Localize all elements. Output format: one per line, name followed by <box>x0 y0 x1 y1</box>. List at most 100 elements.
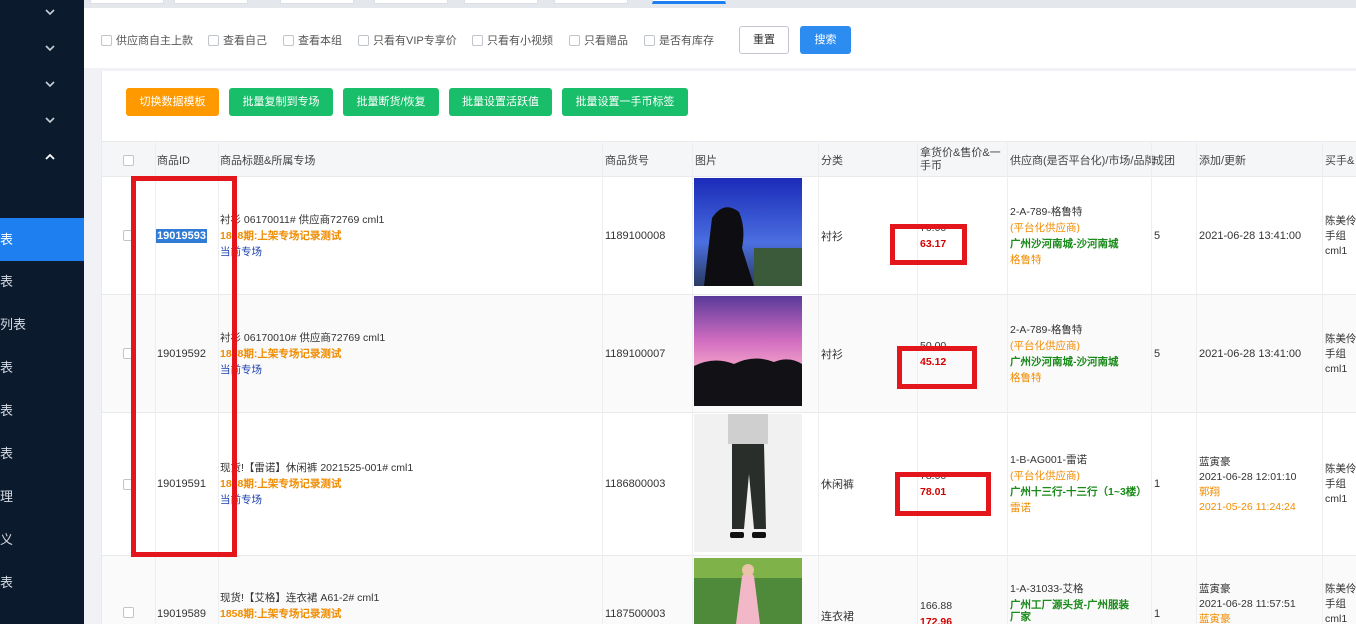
row-checkbox[interactable] <box>123 413 134 555</box>
sidebar-item-8[interactable]: 义 <box>0 520 84 560</box>
tab-stub[interactable] <box>174 0 248 4</box>
product-buyer: 陈美伶 手组 cml1 <box>1325 583 1356 624</box>
product-deal: 5 <box>1154 347 1161 360</box>
product-date: 2021-06-28 13:41:00 <box>1199 347 1302 360</box>
chevron-down-icon[interactable] <box>40 74 60 94</box>
sidebar-item-2[interactable]: 表 <box>0 262 84 302</box>
product-date: 蓝寅豪 2021-06-28 11:57:51 蓝寅豪 <box>1199 583 1296 624</box>
column-divider <box>818 141 819 624</box>
product-supplier: 2-A-789-格鲁特 (平台化供应商) 广州沙河南城-沙河南城 格鲁特 <box>1010 205 1119 266</box>
table-row[interactable]: 19019591 现货!【雷诺】休闲裤 2021525-001# cml1 18… <box>102 413 1356 556</box>
column-divider <box>218 141 219 624</box>
tab-stub[interactable] <box>280 0 354 4</box>
product-category: 衬衫 <box>821 230 843 243</box>
column-divider <box>1196 141 1197 624</box>
filter-view-self[interactable]: 查看自己 <box>208 32 267 48</box>
col-category: 分类 <box>821 155 843 167</box>
sidebar-item-4[interactable]: 表 <box>0 348 84 388</box>
filter-supplier-self[interactable]: 供应商自主上款 <box>101 32 193 48</box>
column-divider <box>692 141 693 624</box>
col-deal: 成团 <box>1153 155 1175 167</box>
sidebar-item-7[interactable]: 理 <box>0 477 84 517</box>
checkbox[interactable] <box>644 34 655 46</box>
product-title: 衬衫 06170010# 供应商72769 cml1 1858期:上架专场记录测… <box>220 331 386 376</box>
reset-button[interactable]: 重置 <box>739 26 789 54</box>
sidebar-item-6[interactable]: 表 <box>0 434 84 474</box>
sidebar-item-5[interactable]: 表 <box>0 391 84 431</box>
chevron-up-icon[interactable] <box>40 147 60 167</box>
tab-stub[interactable] <box>90 0 164 4</box>
table-row[interactable]: 19019593 衬衫 06170011# 供应商72769 cml1 1858… <box>102 177 1356 295</box>
product-price: 166.88 172.96 <box>920 600 953 624</box>
chevron-down-icon[interactable] <box>40 110 60 130</box>
product-image[interactable] <box>694 414 802 552</box>
product-deal: 1 <box>1154 478 1161 490</box>
filter-video[interactable]: 只看有小视频 <box>472 32 553 48</box>
switch-template-button[interactable]: 切换数据模板 <box>126 88 219 116</box>
column-divider <box>1151 141 1152 624</box>
product-image[interactable] <box>694 558 802 624</box>
table-row[interactable]: 19019592 衬衫 06170010# 供应商72769 cml1 1858… <box>102 295 1356 413</box>
tab-stub[interactable] <box>464 0 538 4</box>
sidebar-item-9[interactable]: 表 <box>0 563 84 603</box>
batch-coin-tag-button[interactable]: 批量设置一手币标签 <box>562 88 688 116</box>
product-image[interactable] <box>694 178 802 286</box>
tab-stub[interactable] <box>374 0 448 4</box>
batch-active-button[interactable]: 批量设置活跃值 <box>449 88 552 116</box>
col-buyer: 买手& <box>1325 155 1355 167</box>
row-checkbox[interactable] <box>123 177 134 294</box>
filter-view-group[interactable]: 查看本组 <box>283 32 342 48</box>
filter-gift[interactable]: 只看赠品 <box>569 32 628 48</box>
col-id[interactable]: 商品ID <box>157 142 190 178</box>
column-divider <box>1007 141 1008 624</box>
product-id[interactable]: 19019592 <box>157 295 206 412</box>
product-panel: 切换数据模板 批量复制到专场 批量断货/恢复 批量设置活跃值 批量设置一手币标签… <box>101 71 1356 624</box>
checkbox[interactable] <box>101 34 112 46</box>
tab-stub[interactable] <box>554 0 628 4</box>
product-title: 衬衫 06170011# 供应商72769 cml1 1858期:上架专场记录测… <box>220 213 385 258</box>
product-date: 蓝寅豪 2021-06-28 12:01:10 郭翔 2021-05-26 11… <box>1199 455 1297 513</box>
sidebar-item-1[interactable]: 表 <box>0 218 84 261</box>
product-id[interactable]: 19019591 <box>157 413 206 555</box>
product-price: 78.00 78.01 <box>920 470 947 498</box>
row-checkbox[interactable] <box>123 295 134 412</box>
checkbox[interactable] <box>472 34 483 46</box>
tab-strip <box>84 0 1356 8</box>
sidebar-item-3[interactable]: 列表 <box>0 305 84 345</box>
checkbox[interactable] <box>358 34 369 46</box>
product-buyer: 陈美伶 手组 cml1 <box>1325 463 1356 505</box>
batch-stock-button[interactable]: 批量断货/恢复 <box>343 88 439 116</box>
search-button[interactable]: 搜索 <box>800 26 851 54</box>
filter-stock[interactable]: 是否有库存 <box>644 32 714 48</box>
tab-stub-active[interactable] <box>652 0 726 4</box>
product-deal: 1 <box>1154 608 1161 620</box>
row-checkbox[interactable] <box>123 607 134 618</box>
product-price: 50.00 45.12 <box>920 339 947 368</box>
product-code: 1187500003 <box>605 608 666 620</box>
chevron-down-icon[interactable] <box>40 38 60 58</box>
product-category: 衬衫 <box>821 348 843 361</box>
col-added: 添加/更新 <box>1199 155 1247 167</box>
table-row[interactable]: 19019589 现货!【艾格】连衣裙 A61-2# cml1 1858期:上架… <box>102 556 1356 624</box>
product-code: 1189100008 <box>605 229 666 242</box>
product-supplier: 2-A-789-格鲁特 (平台化供应商) 广州沙河南城-沙河南城 格鲁特 <box>1010 323 1119 384</box>
col-supplier: 供应商(是否平台化)/市场/品牌 <box>1010 155 1156 167</box>
filter-vip-price[interactable]: 只看有VIP专享价 <box>358 32 457 48</box>
product-id[interactable]: 19019593 <box>156 177 207 294</box>
col-code: 商品货号 <box>605 155 649 167</box>
checkbox[interactable] <box>569 34 580 46</box>
product-deal: 5 <box>1154 229 1161 242</box>
chevron-down-icon[interactable] <box>40 2 60 22</box>
product-id[interactable]: 19019589 <box>157 608 206 620</box>
product-supplier: 1-B-AG001-雷诺 (平台化供应商) 广州十三行-十三行（1~3楼） 雷诺 <box>1010 454 1147 514</box>
product-supplier: 1-A-31033-艾格 广州工厂源头货-广州服装厂家 <box>1010 583 1129 623</box>
checkbox[interactable] <box>208 34 219 46</box>
table-header: 商品ID 商品标题&所属专场 商品货号 图片 分类 拿货价&售价&一 手币 供应… <box>102 141 1356 177</box>
sidebar: 表 表 列表 表 表 表 理 义 表 <box>0 0 84 624</box>
product-image[interactable] <box>694 296 802 406</box>
select-all-checkbox[interactable] <box>123 142 134 178</box>
checkbox[interactable] <box>283 34 294 46</box>
product-date: 2021-06-28 13:41:00 <box>1199 229 1302 242</box>
batch-copy-button[interactable]: 批量复制到专场 <box>229 88 333 116</box>
product-title: 现货!【艾格】连衣裙 A61-2# cml1 1858期:上架专场记录测试 <box>220 592 380 620</box>
